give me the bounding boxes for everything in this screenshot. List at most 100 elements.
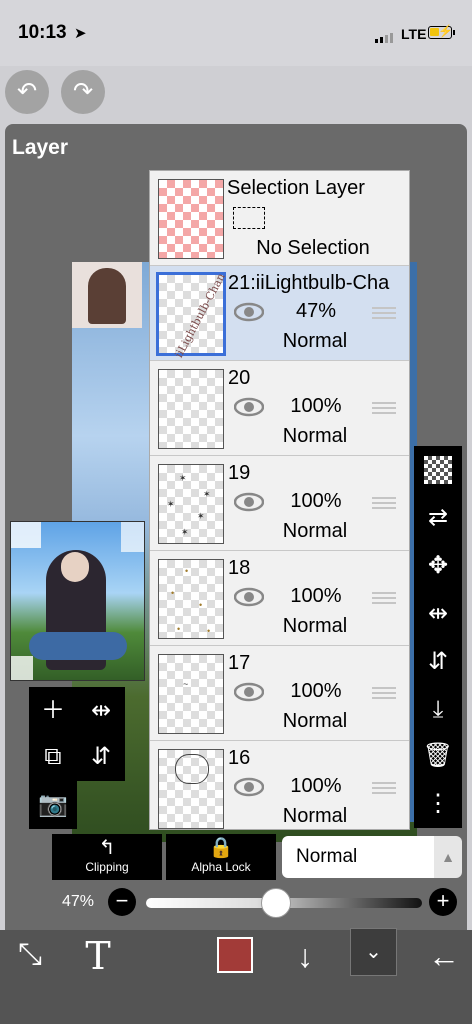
minus-icon: − xyxy=(115,888,129,913)
layer-actions-toolbar: ⇄ ✥ ⇹ ⇵ ⤓ 🗑 ⋮ xyxy=(414,446,462,828)
opacity-slider-knob[interactable] xyxy=(260,888,291,918)
current-color-swatch[interactable] xyxy=(217,937,253,973)
drag-handle-icon[interactable] xyxy=(372,684,396,700)
alpha-lock-button[interactable]: 🔒 Alpha Lock xyxy=(166,834,276,880)
cellular-signal-icon xyxy=(375,33,397,43)
selection-layer-thumbnail xyxy=(158,179,224,259)
layer-name: 21:iiLightbulb-Cha xyxy=(228,272,390,294)
flip-vertical-icon: ⇵ xyxy=(427,648,449,675)
visibility-eye-icon[interactable] xyxy=(234,587,264,607)
layer-thumbnail: iiLightbulb-Chan xyxy=(156,271,228,360)
layer-thumbnail: • • • • • xyxy=(158,559,224,639)
transform-tool-button[interactable]: ⤡ xyxy=(10,938,50,972)
import-photo-button[interactable]: 📷 xyxy=(33,785,73,825)
layer-name: 17 xyxy=(228,652,251,674)
merge-down-button[interactable]: ⤓ xyxy=(418,690,458,730)
visibility-eye-icon[interactable] xyxy=(234,492,264,512)
flip-horizontal-icon: ⇹ xyxy=(90,697,112,724)
flip-horizontal-layer-button[interactable]: ⇹ xyxy=(418,594,458,634)
layer-row[interactable]: ✶ ✶ ✶ ✶ ✶ 19 100% Normal xyxy=(150,456,409,551)
layer-row[interactable]: • • • • • 18 100% Normal xyxy=(150,551,409,646)
layer-name: 20 xyxy=(228,367,251,389)
redo-button[interactable]: ↷ xyxy=(61,70,105,114)
drag-handle-icon[interactable] xyxy=(372,779,396,795)
undo-icon: ↶ xyxy=(16,78,38,105)
layer-opacity: 100% xyxy=(290,680,342,702)
plus-icon: + xyxy=(436,888,450,913)
eraser-swap-icon: ⤡ xyxy=(18,938,42,971)
layer-blend-mode: Normal xyxy=(282,615,348,637)
clipping-label: Clipping xyxy=(85,860,129,874)
layer-convert-button[interactable]: ⇄ xyxy=(418,498,458,538)
flip-horizontal-button[interactable]: ⇹ xyxy=(81,691,121,731)
visibility-eye-icon[interactable] xyxy=(234,397,264,417)
layer-name: 16 xyxy=(228,747,251,769)
panel-title: Layer xyxy=(12,136,69,159)
drag-handle-icon[interactable] xyxy=(372,304,396,320)
alpha-lock-icon: 🔒 xyxy=(208,837,234,859)
drag-handle-icon[interactable] xyxy=(372,399,396,415)
network-type: LTE xyxy=(401,26,427,42)
visibility-eye-icon[interactable] xyxy=(234,302,264,322)
layers-button[interactable]: ⌄ xyxy=(350,928,397,976)
layer-list[interactable]: Selection Layer No Selection iiLightbulb… xyxy=(149,170,410,830)
delete-layer-button[interactable]: 🗑 xyxy=(418,736,458,776)
text-tool-button[interactable]: T xyxy=(78,934,118,978)
layer-row-selection[interactable]: Selection Layer No Selection xyxy=(150,171,409,266)
blend-mode-dropdown-arrow-icon[interactable]: ▲ xyxy=(434,836,462,878)
layer-thumbnail: ~ xyxy=(158,654,224,734)
canvas-preview-thumbnail[interactable] xyxy=(10,521,145,681)
drag-handle-icon[interactable] xyxy=(372,494,396,510)
layer-opacity: 100% xyxy=(290,585,342,607)
selection-status: No Selection xyxy=(256,237,370,259)
selection-marquee-icon xyxy=(233,207,265,229)
undo-button[interactable]: ↶ xyxy=(5,70,49,114)
transparency-checker-icon[interactable] xyxy=(424,456,452,484)
layer-row[interactable]: 20 100% Normal xyxy=(150,361,409,456)
layer-name: 19 xyxy=(228,462,251,484)
add-layer-button[interactable]: ＋ xyxy=(33,691,73,731)
merge-down-icon: ⤓ xyxy=(432,696,444,723)
swap-icon: ⇄ xyxy=(427,504,449,531)
layer-opacity: 100% xyxy=(290,490,342,512)
flip-vertical-layer-button[interactable]: ⇵ xyxy=(418,642,458,682)
canvas-artwork-corner xyxy=(72,262,142,328)
back-button[interactable]: ← xyxy=(424,938,464,975)
layer-row[interactable]: iiLightbulb-Chan 21:iiLightbulb-Cha 47% … xyxy=(150,266,409,361)
more-vertical-icon: ⋮ xyxy=(426,790,450,817)
layer-row[interactable]: 16 100% Normal xyxy=(150,741,409,829)
visibility-eye-icon[interactable] xyxy=(234,777,264,797)
redo-icon: ↷ xyxy=(72,78,94,105)
blend-mode-select[interactable]: Normal xyxy=(282,836,434,878)
battery-icon: ⚡ xyxy=(428,24,453,39)
duplicate-layer-button[interactable]: ⧉ xyxy=(33,737,73,777)
opacity-decrease-button[interactable]: − xyxy=(108,888,136,916)
layer-thumbnail-watermark: iiLightbulb-Chan xyxy=(172,270,228,361)
layer-row[interactable]: ~ 17 100% Normal xyxy=(150,646,409,741)
location-arrow-icon: ➤ xyxy=(74,25,87,42)
arrow-left-icon: ← xyxy=(428,938,460,974)
clipping-icon: ↰ xyxy=(98,837,116,859)
flip-vertical-icon: ⇵ xyxy=(90,743,112,770)
layer-opacity: 100% xyxy=(290,395,342,417)
layer-opacity: 47% xyxy=(295,300,337,322)
status-bar: 10:13 ➤ LTE ⚡ xyxy=(0,0,472,66)
more-options-button[interactable]: ⋮ xyxy=(418,784,458,824)
clock: 10:13 xyxy=(18,22,67,43)
flip-vertical-button[interactable]: ⇵ xyxy=(81,737,121,777)
clipping-button[interactable]: ↰ Clipping xyxy=(52,834,162,880)
move-button[interactable]: ✥ xyxy=(418,546,458,586)
plus-icon: ＋ xyxy=(41,697,65,724)
layer-blend-mode: Normal xyxy=(282,425,348,447)
opacity-increase-button[interactable]: + xyxy=(429,888,457,916)
down-arrow-button[interactable]: ↓ xyxy=(288,938,322,975)
duplicate-layer-icon: ⧉ xyxy=(44,743,62,770)
layer-name: Selection Layer xyxy=(227,177,365,199)
layer-name: 18 xyxy=(228,557,251,579)
drag-handle-icon[interactable] xyxy=(372,589,396,605)
flip-horizontal-icon: ⇹ xyxy=(427,600,449,627)
layer-thumbnail xyxy=(158,369,224,449)
visibility-eye-icon[interactable] xyxy=(234,682,264,702)
layer-thumbnail: ✶ ✶ ✶ ✶ ✶ xyxy=(158,464,224,544)
layer-blend-mode: Normal xyxy=(282,805,348,827)
